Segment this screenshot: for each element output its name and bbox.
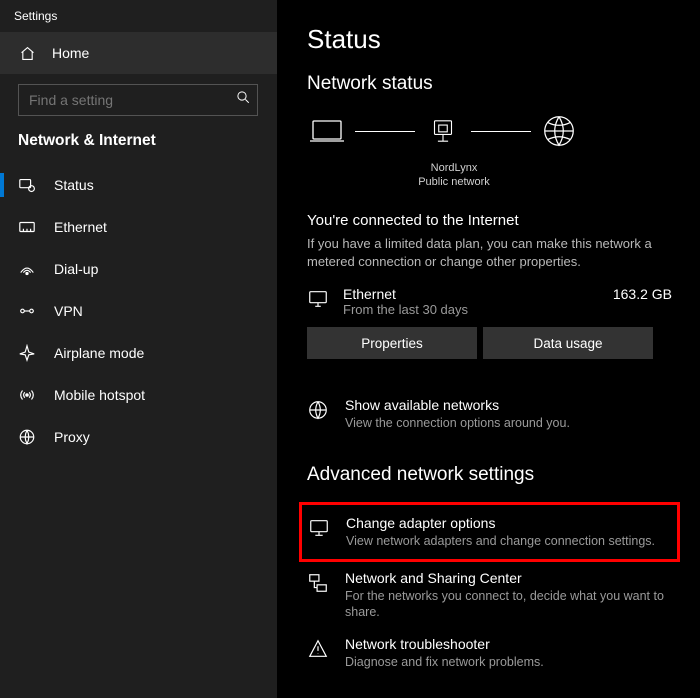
hotspot-icon bbox=[18, 386, 36, 404]
globe-small-icon bbox=[307, 399, 329, 421]
usage-row: Ethernet From the last 30 days 163.2 GB bbox=[307, 286, 676, 317]
search-input[interactable] bbox=[18, 84, 258, 116]
advanced-heading: Advanced network settings bbox=[307, 464, 676, 486]
usage-adapter: Ethernet bbox=[343, 286, 599, 302]
show-networks-link[interactable]: Show available networks View the connect… bbox=[307, 389, 676, 439]
sidebar-item-hotspot[interactable]: Mobile hotspot bbox=[0, 374, 277, 416]
data-usage-button[interactable]: Data usage bbox=[483, 327, 653, 359]
connector-line bbox=[355, 131, 415, 132]
adapter-icon bbox=[423, 111, 463, 151]
dialup-icon bbox=[18, 260, 36, 278]
nav-label: Airplane mode bbox=[54, 345, 144, 361]
link-desc: View network adapters and change connect… bbox=[346, 533, 655, 549]
connector-line bbox=[471, 131, 531, 132]
connected-desc: If you have a limited data plan, you can… bbox=[307, 235, 676, 273]
nav-label: Proxy bbox=[54, 429, 90, 445]
airplane-icon bbox=[18, 344, 36, 362]
sidebar-item-dialup[interactable]: Dial-up bbox=[0, 248, 277, 290]
sidebar: Settings Home Network & Internet Status bbox=[0, 0, 277, 698]
home-label: Home bbox=[52, 45, 89, 61]
nav-list: Status Ethernet Dial-up VPN bbox=[0, 164, 277, 458]
adapter-name: NordLynx bbox=[379, 161, 529, 175]
sidebar-item-status[interactable]: Status bbox=[0, 164, 277, 206]
link-title: Network and Sharing Center bbox=[345, 570, 676, 586]
nav-label: Status bbox=[54, 177, 94, 193]
globe-icon bbox=[539, 111, 579, 151]
search-container bbox=[0, 74, 277, 128]
home-button[interactable]: Home bbox=[0, 32, 277, 74]
network-type: Public network bbox=[379, 175, 529, 189]
link-desc: For the networks you connect to, decide … bbox=[345, 588, 676, 621]
nav-label: Mobile hotspot bbox=[54, 387, 145, 403]
main-content: Status Network status NordLynx Public ne… bbox=[277, 0, 700, 698]
usage-amount: 163.2 GB bbox=[613, 286, 676, 302]
nav-label: VPN bbox=[54, 303, 83, 319]
sharing-center-icon bbox=[307, 572, 329, 594]
sharing-center-link[interactable]: Network and Sharing Center For the netwo… bbox=[307, 562, 676, 629]
network-status-heading: Network status bbox=[307, 73, 676, 95]
page-title: Status bbox=[307, 24, 676, 55]
properties-button[interactable]: Properties bbox=[307, 327, 477, 359]
adapter-options-icon bbox=[308, 517, 330, 539]
network-diagram bbox=[307, 111, 676, 151]
usage-period: From the last 30 days bbox=[343, 302, 599, 317]
sidebar-item-vpn[interactable]: VPN bbox=[0, 290, 277, 332]
ethernet-icon bbox=[18, 218, 36, 236]
diagram-caption: NordLynx Public network bbox=[379, 161, 529, 190]
sidebar-item-ethernet[interactable]: Ethernet bbox=[0, 206, 277, 248]
sidebar-item-airplane[interactable]: Airplane mode bbox=[0, 332, 277, 374]
home-icon bbox=[18, 44, 36, 62]
window-title: Settings bbox=[0, 0, 277, 32]
computer-icon bbox=[307, 111, 347, 151]
status-icon bbox=[18, 176, 36, 194]
settings-window: Settings Home Network & Internet Status bbox=[0, 0, 700, 698]
connected-title: You're connected to the Internet bbox=[307, 212, 676, 229]
nav-label: Dial-up bbox=[54, 261, 98, 277]
link-title: Change adapter options bbox=[346, 515, 655, 531]
link-desc: Diagnose and fix network problems. bbox=[345, 654, 544, 670]
nav-label: Ethernet bbox=[54, 219, 107, 235]
button-row: Properties Data usage bbox=[307, 327, 676, 359]
troubleshooter-icon bbox=[307, 638, 329, 660]
proxy-icon bbox=[18, 428, 36, 446]
vpn-icon bbox=[18, 302, 36, 320]
ethernet-usage-icon bbox=[307, 288, 329, 310]
category-heading: Network & Internet bbox=[0, 128, 277, 164]
link-desc: View the connection options around you. bbox=[345, 415, 570, 431]
sidebar-item-proxy[interactable]: Proxy bbox=[0, 416, 277, 458]
search-icon bbox=[236, 90, 251, 110]
link-title: Network troubleshooter bbox=[345, 636, 544, 652]
change-adapter-options-link[interactable]: Change adapter options View network adap… bbox=[299, 502, 680, 562]
troubleshooter-link[interactable]: Network troubleshooter Diagnose and fix … bbox=[307, 628, 676, 678]
link-title: Show available networks bbox=[345, 397, 570, 413]
